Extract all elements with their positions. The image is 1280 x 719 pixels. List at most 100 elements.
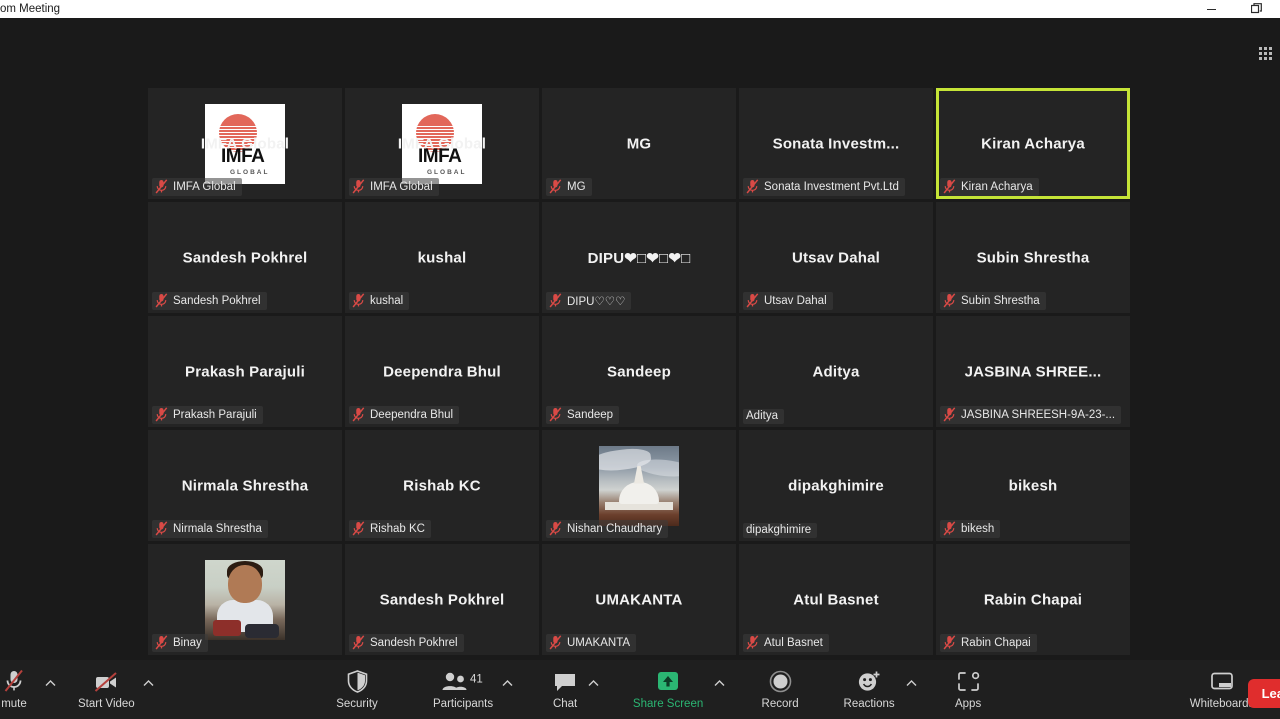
participant-tile[interactable]: Rishab KC Rishab KC: [345, 430, 539, 541]
grid-view-icon[interactable]: [1254, 42, 1276, 64]
microphone-muted-icon: [943, 407, 956, 422]
participant-name-badge: bikesh: [940, 520, 1001, 538]
participant-tile[interactable]: Deependra Bhul Deependra Bhul: [345, 316, 539, 427]
microphone-muted-icon: [352, 293, 365, 308]
apps-button[interactable]: Apps: [941, 664, 995, 716]
participant-display-name: IMFA Global: [397, 135, 487, 152]
participants-caret-icon[interactable]: [499, 664, 515, 716]
participant-display-name: Prakash Parajuli: [185, 363, 305, 380]
participant-tile[interactable]: Sandesh Pokhrel Sandesh Pokhrel: [345, 544, 539, 655]
microphone-muted-icon: [352, 521, 365, 536]
participant-tile[interactable]: dipakghimire dipakghimire: [739, 430, 933, 541]
participant-display-name: Sandesh Pokhrel: [379, 591, 505, 608]
profile-photo: [599, 445, 679, 526]
participant-tile[interactable]: Nirmala Shrestha Nirmala Shrestha: [148, 430, 342, 541]
chat-label: Chat: [552, 698, 578, 710]
security-button[interactable]: Security: [325, 664, 389, 716]
participant-name-badge: UMAKANTA: [546, 634, 637, 652]
participant-tile[interactable]: DIPU❤□❤□❤□ DIPU♡♡♡: [542, 202, 736, 313]
audio-options-caret-icon[interactable]: [42, 664, 58, 716]
participant-name-label: Utsav Dahal: [764, 294, 827, 307]
zoom-meeting-window: IMFA GLOBAL IMFA Global IMFA Global IMFA GLOB…: [0, 18, 1280, 719]
participant-tile[interactable]: IMFA GLOBAL IMFA Global IMFA Global: [345, 88, 539, 199]
participant-gallery: IMFA GLOBAL IMFA Global IMFA Global IMFA GLOB…: [148, 88, 1136, 658]
participant-name-badge: IMFA Global: [349, 178, 439, 196]
participant-tile[interactable]: MG MG: [542, 88, 736, 199]
start-video-button[interactable]: Start Video: [72, 664, 141, 716]
share-screen-button[interactable]: Share Screen: [625, 664, 711, 716]
participant-name-label: Subin Shrestha: [961, 294, 1040, 307]
unmute-button[interactable]: mute: [0, 664, 42, 716]
participant-name-badge: Atul Basnet: [743, 634, 829, 652]
participant-name-badge: Sandesh Pokhrel: [349, 634, 464, 652]
participant-tile[interactable]: Nishan Chaudhary: [542, 430, 736, 541]
microphone-muted-icon: [352, 635, 365, 650]
window-controls: [1188, 0, 1280, 18]
participant-name-badge: Kiran Acharya: [940, 178, 1039, 196]
participant-name-badge: IMFA Global: [152, 178, 242, 196]
participant-tile[interactable]: kushal kushal: [345, 202, 539, 313]
participant-name-badge: Nishan Chaudhary: [546, 520, 669, 538]
record-button[interactable]: Record: [751, 664, 809, 716]
whiteboards-label: Whiteboards: [1189, 698, 1255, 710]
whiteboard-icon: [1210, 669, 1234, 693]
participant-tile[interactable]: Prakash Parajuli Prakash Parajuli: [148, 316, 342, 427]
microphone-muted-icon: [943, 635, 956, 650]
microphone-muted-icon: [3, 669, 25, 693]
participants-button[interactable]: 41 Participants: [427, 664, 499, 716]
security-label: Security: [336, 698, 378, 710]
chat-group: Chat: [545, 664, 601, 716]
microphone-muted-icon: [155, 521, 168, 536]
participant-tile[interactable]: Sandesh Pokhrel Sandesh Pokhrel: [148, 202, 342, 313]
participant-name-label: Nirmala Shrestha: [173, 522, 262, 535]
toolbar-left-group: mute Start Video: [0, 660, 157, 719]
participant-tile[interactable]: Aditya Aditya: [739, 316, 933, 427]
participant-display-name: MG: [626, 135, 652, 152]
reactions-caret-icon[interactable]: [903, 664, 919, 716]
participant-tile[interactable]: Kiran Acharya Kiran Acharya: [936, 88, 1130, 199]
reactions-button[interactable]: Reactions: [835, 664, 903, 716]
participant-display-name: dipakghimire: [788, 477, 884, 494]
participant-name-label: Sonata Investment Pvt.Ltd: [764, 180, 899, 193]
video-options-caret-icon[interactable]: [141, 664, 157, 716]
participant-tile[interactable]: IMFA GLOBAL IMFA Global IMFA Global: [148, 88, 342, 199]
chat-caret-icon[interactable]: [585, 664, 601, 716]
leave-meeting-button[interactable]: Lea: [1247, 679, 1280, 708]
participant-display-name: Atul Basnet: [793, 591, 879, 608]
participant-display-name: Sonata Investm...: [772, 135, 900, 152]
participant-tile[interactable]: Rabin Chapai Rabin Chapai: [936, 544, 1130, 655]
participant-tile[interactable]: Atul Basnet Atul Basnet: [739, 544, 933, 655]
chat-button[interactable]: Chat: [545, 664, 585, 716]
participant-display-name: Aditya: [812, 363, 860, 380]
participant-tile[interactable]: UMAKANTA UMAKANTA: [542, 544, 736, 655]
avatar: [205, 559, 285, 640]
participant-tile[interactable]: JASBINA SHREE... JASBINA SHREESH-9A-23-..…: [936, 316, 1130, 427]
start-video-group: Start Video: [72, 664, 157, 716]
logo-subtext: GLOBAL: [230, 168, 270, 176]
participant-tile[interactable]: Sonata Investm... Sonata Investment Pvt.L…: [739, 88, 933, 199]
participant-tile[interactable]: bikesh bikesh: [936, 430, 1130, 541]
participant-name-label: IMFA Global: [173, 180, 236, 193]
apps-icon: [957, 669, 980, 693]
participant-tile[interactable]: Subin Shrestha Subin Shrestha: [936, 202, 1130, 313]
participant-name-label: DIPU♡♡♡: [567, 295, 626, 308]
participant-name-badge: Rishab KC: [349, 520, 431, 538]
participant-name-label: Aditya: [746, 410, 778, 422]
participant-name-label: IMFA Global: [370, 180, 433, 193]
participant-display-name: Nirmala Shrestha: [181, 477, 309, 494]
microphone-muted-icon: [352, 407, 365, 422]
avatar: [599, 445, 679, 526]
chat-bubble-icon: [553, 669, 577, 693]
participant-name-label: UMAKANTA: [567, 636, 631, 649]
share-screen-icon: [655, 669, 681, 693]
share-screen-caret-icon[interactable]: [711, 664, 727, 716]
minimize-button[interactable]: [1188, 0, 1234, 18]
unmute-label: mute: [1, 698, 27, 710]
participant-tile[interactable]: Binay: [148, 544, 342, 655]
participant-tile[interactable]: Utsav Dahal Utsav Dahal: [739, 202, 933, 313]
view-toolbar: [0, 18, 1280, 66]
share-screen-group: Share Screen: [625, 664, 727, 716]
participant-tile[interactable]: Sandeep Sandeep: [542, 316, 736, 427]
toolbar-center-group: Security 41 Participants Chat Share Scre…: [325, 660, 995, 719]
restore-button[interactable]: [1234, 0, 1280, 18]
